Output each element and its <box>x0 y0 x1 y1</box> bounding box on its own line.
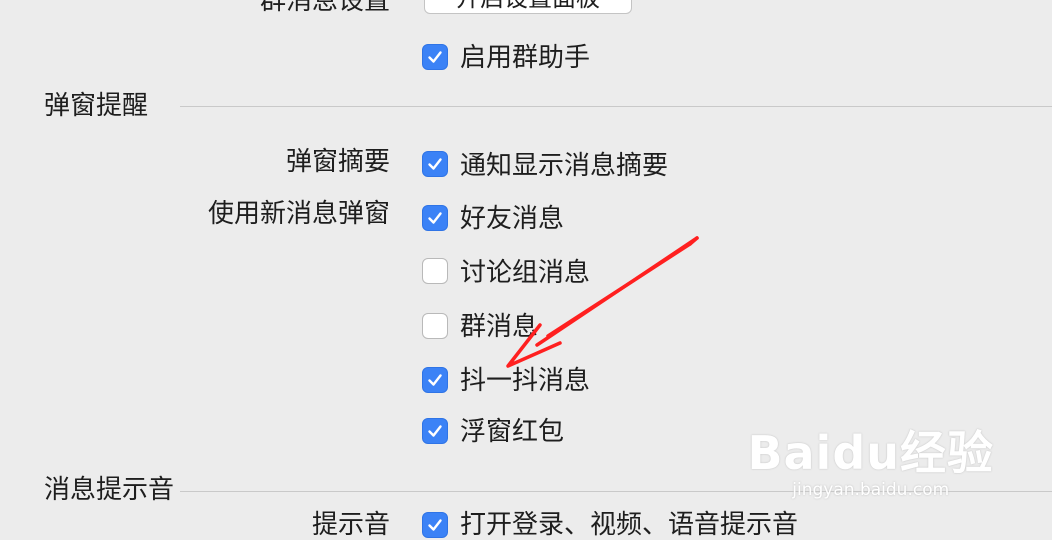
watermark-url: jingyan.baidu.com <box>792 480 950 500</box>
watermark-brand: Baidu经验 <box>747 426 994 480</box>
baidu-jingyan-watermark: Baidu经验 jingyan.baidu.com <box>747 428 994 500</box>
